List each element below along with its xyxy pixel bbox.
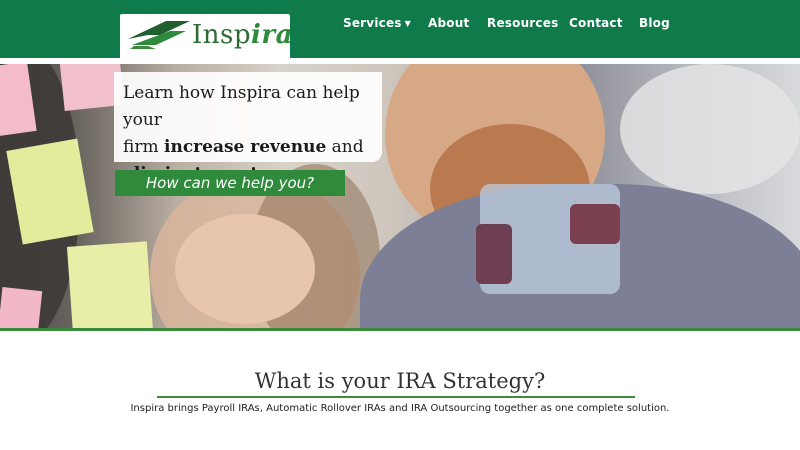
section-tagline: Inspira brings Payroll IRAs, Automatic R…: [130, 403, 670, 414]
nav-item-label: Contact: [569, 16, 623, 30]
how-can-we-help-button[interactable]: How can we help you?: [115, 170, 345, 196]
hero-photo-shape: [570, 204, 620, 244]
nav-item-contact[interactable]: Contact: [569, 16, 623, 30]
hero-line-2-prefix: firm: [123, 137, 164, 157]
nav-item-resources[interactable]: Resources: [487, 16, 558, 30]
sticky-note: [0, 287, 43, 329]
logo-wordmark-accent: ira: [251, 20, 293, 50]
site-header: Inspira Services ▼ About Resources Contac…: [0, 0, 800, 61]
hero-line-2-bold: increase revenue: [164, 137, 327, 157]
hero-callout: Learn how Inspira can help your firm inc…: [114, 72, 382, 184]
logo-wordmark: Inspira: [192, 20, 293, 50]
title-underline: [157, 396, 635, 398]
nav-item-about[interactable]: About: [428, 16, 469, 30]
sticky-note: [66, 241, 154, 329]
nav-item-label: Blog: [639, 16, 670, 30]
nav-item-label: About: [428, 16, 470, 30]
hero-line-1: Learn how Inspira can help your: [123, 83, 360, 130]
hero-line-2: firm increase revenue and: [123, 134, 372, 161]
hero-divider: [0, 328, 800, 331]
nav-item-label: Services: [343, 16, 402, 30]
hero-photo-shape: [175, 214, 315, 324]
hero-line-2-suffix: and: [326, 137, 364, 157]
nav-item-label: Resources: [487, 16, 559, 30]
section-title: What is your IRA Strategy?: [254, 369, 546, 393]
hero-photo-shape: [620, 64, 800, 194]
logo[interactable]: Inspira: [120, 14, 293, 61]
nav-item-blog[interactable]: Blog: [639, 16, 670, 30]
logo-wordmark-main: Insp: [192, 20, 252, 50]
sticky-note: [6, 138, 94, 245]
chevron-down-icon: ▼: [404, 19, 411, 28]
hero-photo-shape: [476, 224, 512, 284]
nav-item-services[interactable]: Services ▼: [343, 16, 411, 30]
roof-logo-icon: [128, 21, 190, 49]
